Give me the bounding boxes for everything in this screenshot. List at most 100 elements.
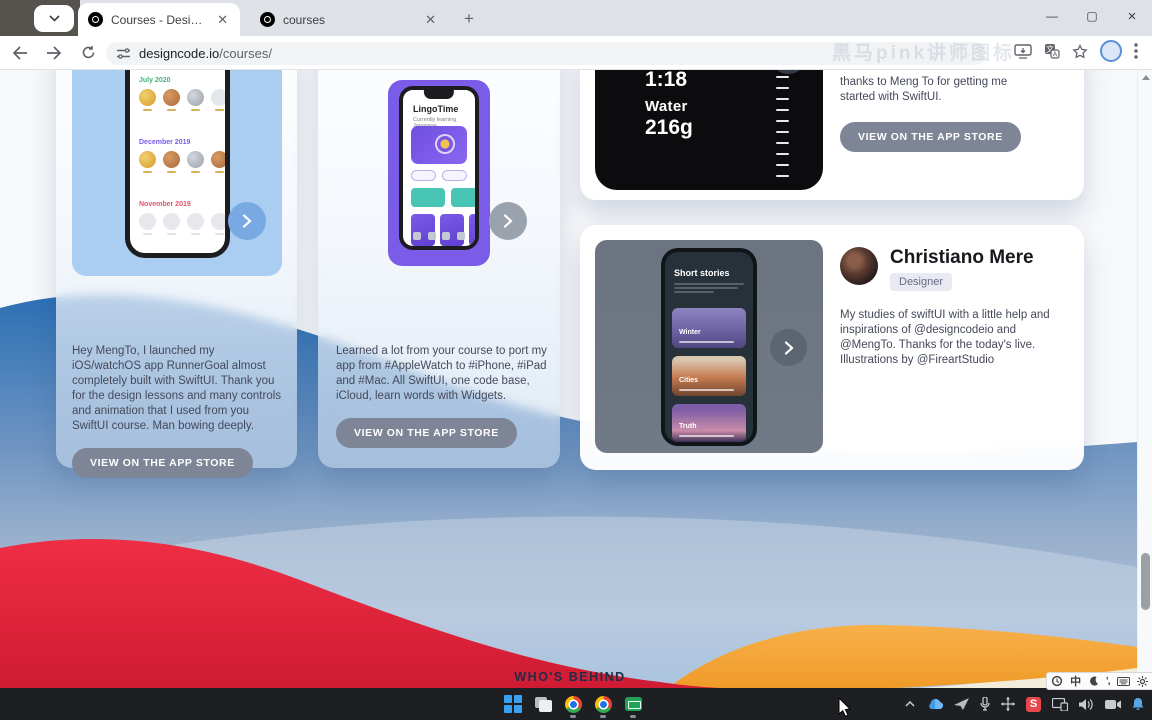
story-card-truth[interactable]: Truth xyxy=(672,404,746,442)
reload-button[interactable] xyxy=(74,39,102,67)
camera-icon[interactable] xyxy=(1105,699,1121,710)
silver-medal-icon xyxy=(187,89,204,111)
scrollbar[interactable] xyxy=(1137,70,1152,688)
chevron-up-icon[interactable] xyxy=(905,701,915,707)
omnibox[interactable]: designcode.io/courses/ xyxy=(106,42,986,65)
taskbar: S xyxy=(0,688,1152,720)
promo-banner xyxy=(411,126,467,164)
tab-close-icon[interactable]: ✕ xyxy=(423,12,438,28)
word-tiles xyxy=(411,214,475,246)
tab-courses-designcode[interactable]: Courses - Design+Code ✕ xyxy=(78,3,240,36)
bronze-medal-icon xyxy=(163,89,180,111)
testimonial-text: Learned a lot from your course to port m… xyxy=(336,345,547,402)
keyboard-icon[interactable] xyxy=(1116,676,1130,686)
view-app-store-button[interactable]: VIEW ON THE APP STORE xyxy=(840,122,1021,152)
section-heading: WHO'S BEHIND xyxy=(514,670,626,684)
cloud-icon[interactable] xyxy=(926,698,943,710)
profile-avatar[interactable] xyxy=(1100,40,1122,62)
windows-icon xyxy=(504,695,522,713)
punctuation-icon[interactable]: ’, xyxy=(1106,676,1110,687)
next-slide-button[interactable] xyxy=(770,329,807,366)
crosshair-icon[interactable] xyxy=(1001,697,1015,711)
courses-favicon xyxy=(260,12,275,27)
bell-icon[interactable] xyxy=(1132,697,1144,711)
achievements-phone: Achievements July 2020 December 2019 xyxy=(125,70,230,258)
window-stack-icon xyxy=(534,696,552,712)
tab-search-button[interactable] xyxy=(34,5,74,32)
ime-toolbar: 中 ’, xyxy=(1046,672,1152,690)
running-indicator xyxy=(630,715,636,718)
action-buttons xyxy=(411,170,467,181)
next-slide-button[interactable] xyxy=(489,202,527,240)
chevron-down-icon xyxy=(48,15,60,22)
gear-icon[interactable] xyxy=(1137,675,1149,687)
ime-logo-icon[interactable] xyxy=(1051,675,1063,687)
recorder-button[interactable] xyxy=(624,695,642,718)
translate-icon[interactable]: 文A xyxy=(1044,43,1060,59)
speaker-icon[interactable] xyxy=(1079,698,1094,711)
file-explorer-button[interactable] xyxy=(534,695,552,713)
month-label: November 2019 xyxy=(139,201,191,208)
running-indicator xyxy=(570,715,576,718)
next-slide-button[interactable] xyxy=(228,202,266,240)
view-app-store-button[interactable]: VIEW ON THE APP STORE xyxy=(72,448,253,478)
chrome-button-1[interactable] xyxy=(564,695,582,718)
kana-cards xyxy=(411,188,475,207)
site-info-icon xyxy=(117,48,130,59)
view-app-store-button[interactable]: VIEW ON THE APP STORE xyxy=(336,418,517,448)
page-viewport: WHO'S BEHIND Achievements July 2020 Dece… xyxy=(0,70,1137,688)
cast-screen-icon[interactable] xyxy=(1052,697,1068,711)
badge-icon xyxy=(435,134,455,154)
s-badge-icon[interactable]: S xyxy=(1026,696,1041,712)
tab-title: courses xyxy=(283,12,326,27)
chevron-right-icon xyxy=(784,340,794,355)
close-button[interactable]: × xyxy=(1112,0,1152,32)
ime-mode-chinese[interactable]: 中 xyxy=(1070,673,1081,689)
water-value: 216g xyxy=(645,116,693,139)
scroll-up-button[interactable] xyxy=(1138,70,1152,85)
gold-medal-icon xyxy=(139,151,156,173)
back-icon xyxy=(12,45,27,60)
scrollbar-thumb[interactable] xyxy=(1141,553,1150,610)
month-label: December 2019 xyxy=(139,139,191,146)
minimize-button[interactable]: — xyxy=(1032,0,1072,32)
tab-bar xyxy=(413,232,465,240)
install-icon[interactable] xyxy=(1014,43,1032,59)
tab-courses[interactable]: courses ✕ xyxy=(250,3,448,36)
ruler-ticks xyxy=(776,76,789,177)
menu-dots-icon[interactable] xyxy=(1134,43,1138,59)
tab-close-icon[interactable]: ✕ xyxy=(215,12,230,28)
start-button[interactable] xyxy=(504,695,522,713)
maximize-button[interactable]: ▢ xyxy=(1072,0,1112,32)
gray-medal-icon xyxy=(211,89,225,111)
tab-strip: Courses - Design+Code ✕ courses ✕ + — ▢ … xyxy=(0,0,1152,36)
back-button[interactable] xyxy=(6,39,34,67)
forward-button[interactable] xyxy=(40,39,68,67)
ratio-value: 1:18 xyxy=(645,70,688,91)
phone-panel-purple: LingoTime Currently learning Japanese xyxy=(388,80,490,266)
url-text[interactable]: designcode.io/courses/ xyxy=(139,46,272,61)
forward-icon xyxy=(47,45,62,60)
chrome-button-2[interactable] xyxy=(594,695,612,718)
testimonial-text: thanks to Meng To for getting me started… xyxy=(840,76,1008,103)
testimonial-card-runnergoal: Achievements July 2020 December 2019 xyxy=(56,70,297,478)
testimonial-card-water: Ratio 1:18 Water 216g thanks to Meng To … xyxy=(580,70,1084,200)
story-title: Winter xyxy=(679,329,701,336)
app-title: Short stories xyxy=(674,268,730,278)
water-app-screen: Ratio 1:18 Water 216g xyxy=(595,70,823,190)
new-tab-button[interactable]: + xyxy=(458,8,480,30)
avatar xyxy=(840,247,878,285)
lingotime-phone: LingoTime Currently learning Japanese xyxy=(399,86,479,250)
testimonial-card-christiano: Short stories Winter Cities Truth Christ… xyxy=(580,225,1084,470)
story-card-cities[interactable]: Cities xyxy=(672,356,746,396)
bookmark-star-icon[interactable] xyxy=(1072,43,1088,59)
story-title: Cities xyxy=(679,377,699,384)
medal-row xyxy=(139,151,225,173)
paper-plane-icon[interactable] xyxy=(954,698,969,710)
gold-medal-icon xyxy=(139,89,156,111)
story-card-winter[interactable]: Winter xyxy=(672,308,746,348)
testimonial-card-lingotime: LingoTime Currently learning Japanese Le… xyxy=(318,70,560,468)
microphone-icon[interactable] xyxy=(980,697,990,711)
month-label: July 2020 xyxy=(139,77,171,84)
moon-icon[interactable] xyxy=(1089,676,1099,686)
